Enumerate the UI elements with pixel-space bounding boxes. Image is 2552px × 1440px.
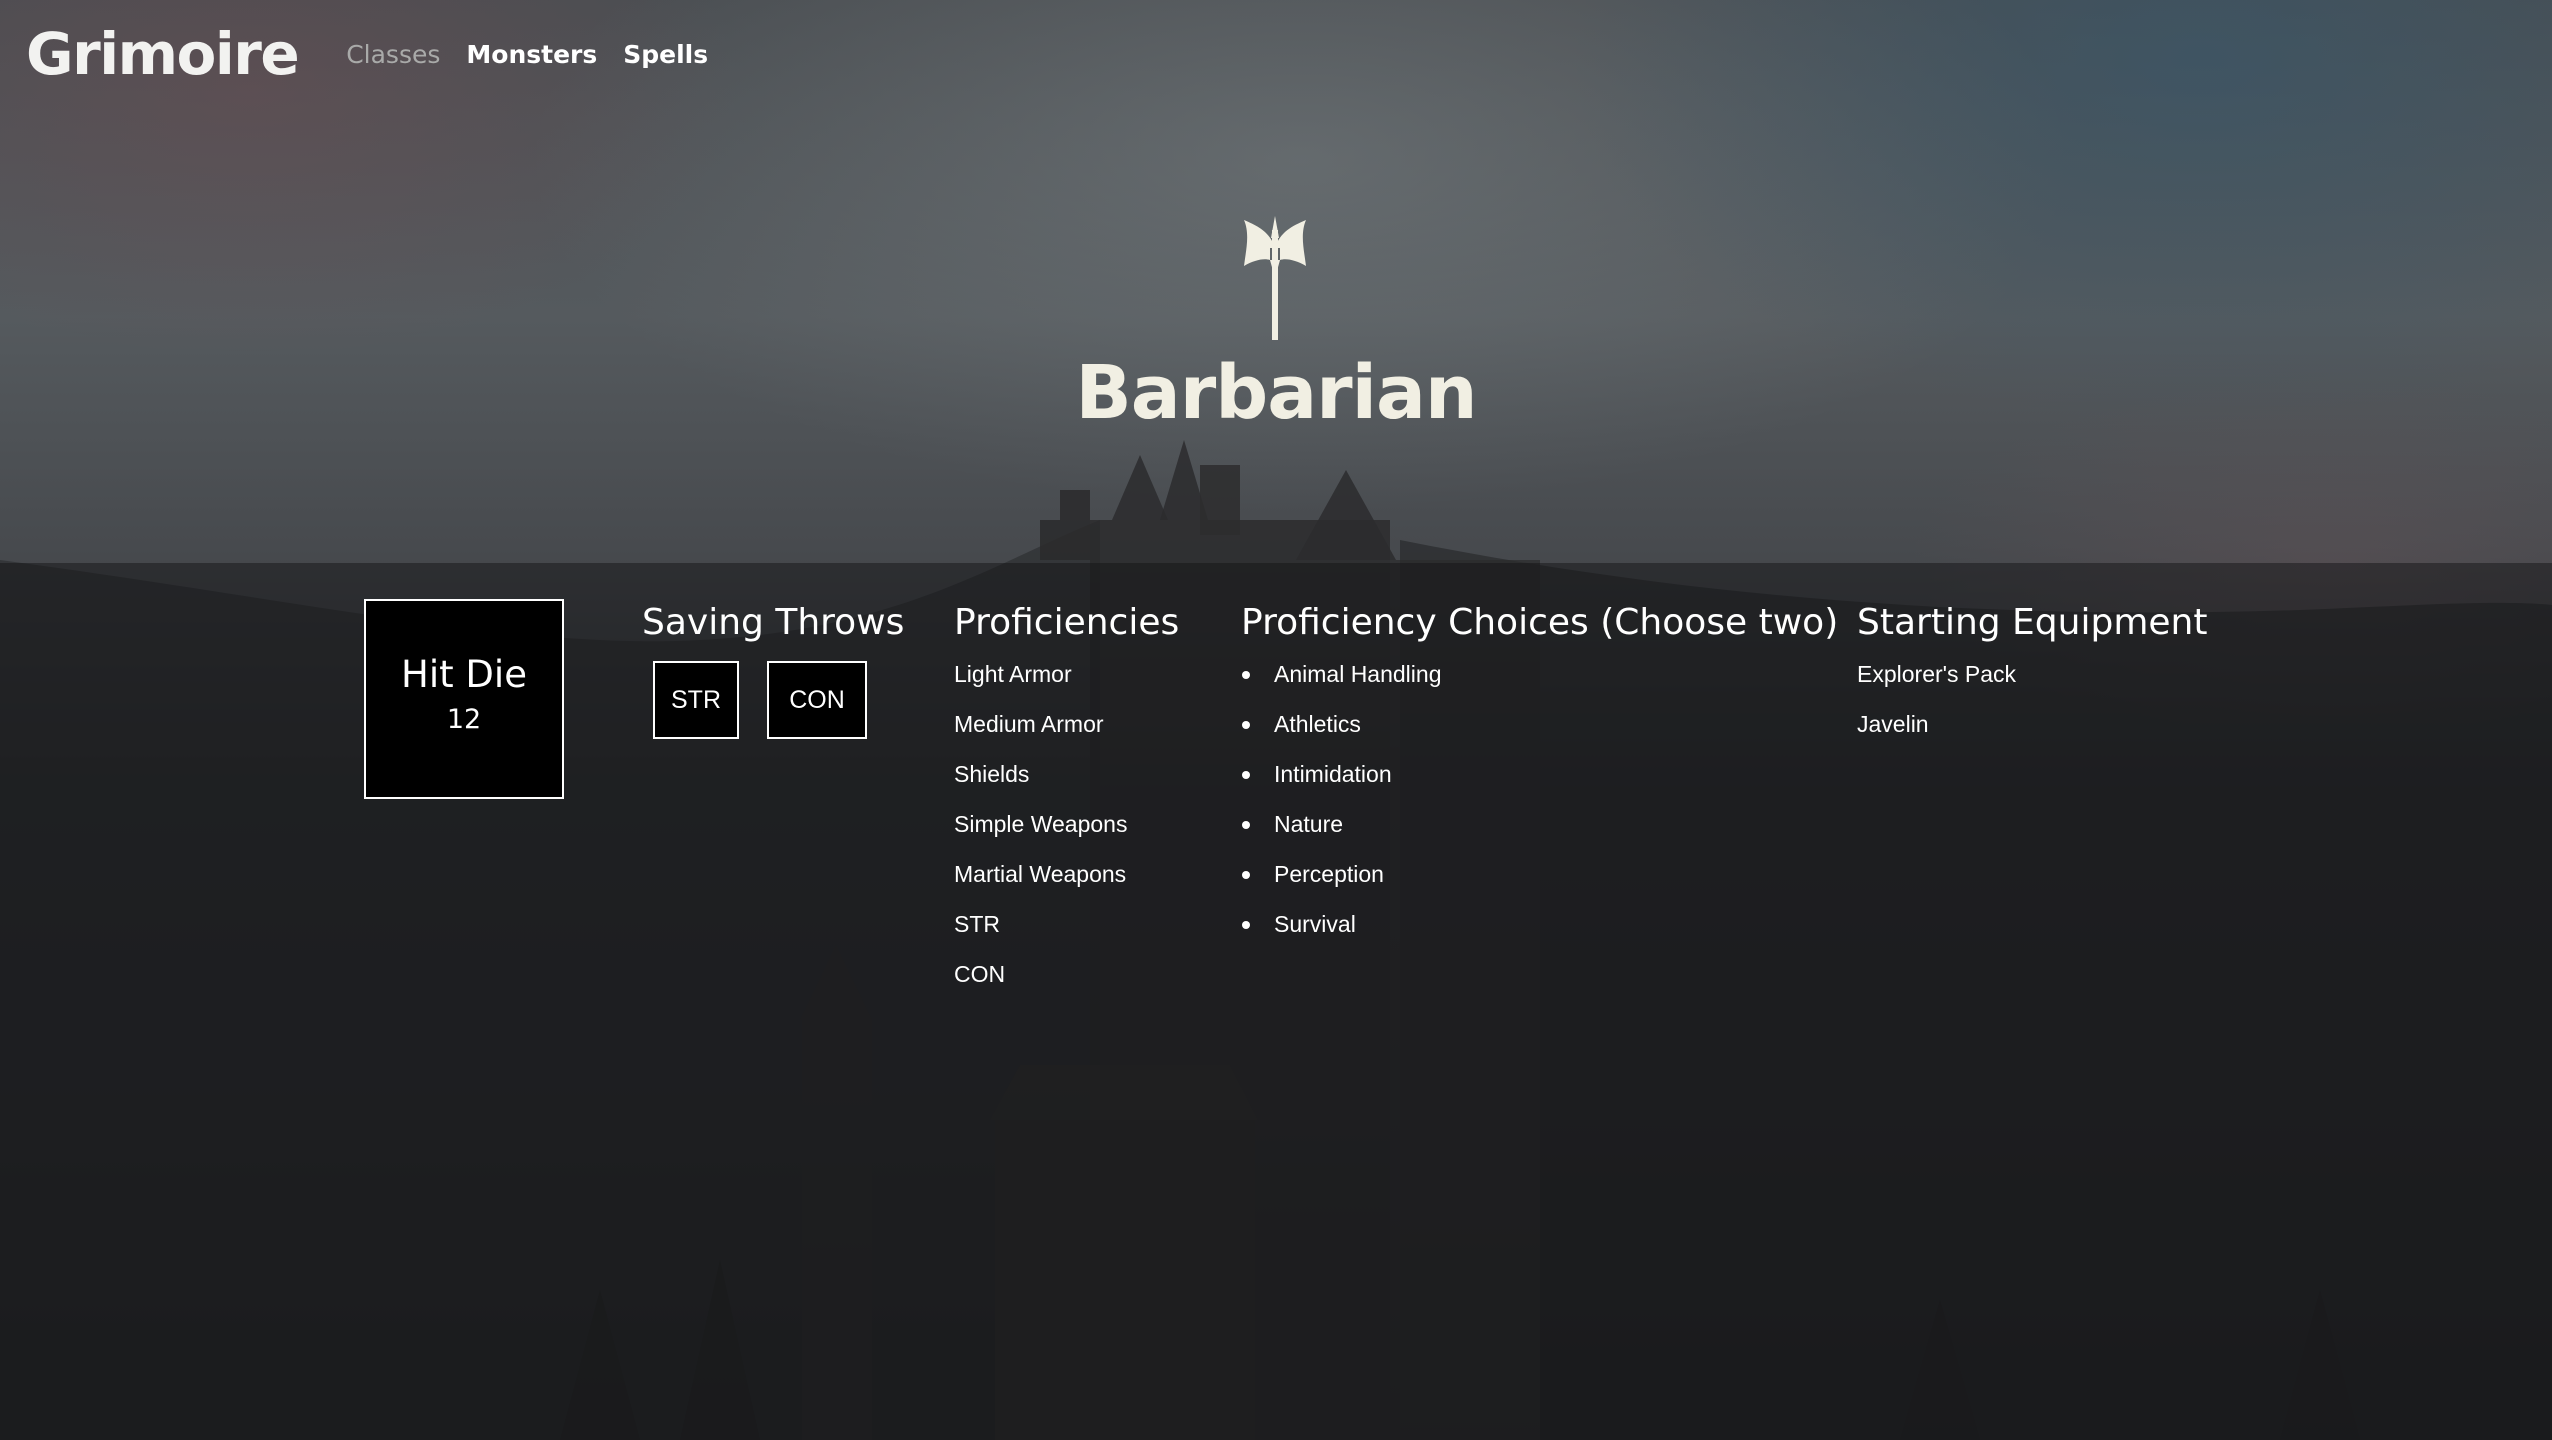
- list-item-label: Nature: [1274, 811, 1344, 837]
- bullet-icon: [1242, 671, 1250, 679]
- list-item: Explorer's Pack: [1857, 661, 2017, 687]
- list-item-label: Survival: [1274, 911, 1356, 937]
- saving-throw-badge: CON: [767, 661, 867, 739]
- list-item: Simple Weapons: [954, 811, 1128, 837]
- list-item: Medium Armor: [954, 711, 1104, 737]
- nav-link-monsters[interactable]: Monsters: [466, 40, 597, 69]
- list-item-label: Intimidation: [1274, 761, 1392, 787]
- list-item: CON: [954, 961, 1006, 987]
- list-item-label: Animal Handling: [1274, 661, 1442, 687]
- nav-link-classes[interactable]: Classes: [346, 40, 440, 69]
- proficiency-choices-list: Animal Handling Athletics Intimidation N…: [1241, 661, 1838, 961]
- page: Grimoire Classes Monsters Spells Barbari…: [0, 0, 2552, 1440]
- battle-axe-icon: [1244, 216, 1306, 340]
- saving-throws-list: STR CON: [642, 661, 904, 739]
- list-item: Animal Handling: [1241, 661, 1838, 711]
- proficiencies-section: Proficiencies Light Armor Medium Armor S…: [954, 602, 1179, 1011]
- proficiencies-list: Light Armor Medium Armor Shields Simple …: [954, 661, 1179, 1011]
- hit-die-value: 12: [446, 704, 482, 735]
- bullet-icon: [1242, 771, 1250, 779]
- list-item: Shields: [954, 761, 1030, 787]
- starting-equipment-section: Starting Equipment Explorer's Pack Javel…: [1857, 602, 2207, 761]
- list-item: Light Armor: [954, 661, 1072, 687]
- list-item: Martial Weapons: [954, 861, 1127, 887]
- list-item: Perception: [1241, 861, 1838, 911]
- list-item: STR: [954, 911, 1000, 937]
- hit-die-card: Hit Die 12: [364, 599, 564, 799]
- list-item: Survival: [1241, 911, 1838, 961]
- nav-link-spells[interactable]: Spells: [623, 40, 708, 69]
- proficiency-choices-section: Proficiency Choices (Choose two) Animal …: [1241, 602, 1838, 961]
- proficiencies-heading: Proficiencies: [954, 602, 1180, 643]
- starting-equipment-list: Explorer's Pack Javelin: [1857, 661, 2207, 761]
- bullet-icon: [1242, 871, 1250, 879]
- top-nav: Grimoire Classes Monsters Spells: [26, 14, 734, 94]
- brand-logo[interactable]: Grimoire: [26, 20, 300, 88]
- hit-die-label: Hit Die: [401, 653, 527, 696]
- bullet-icon: [1242, 821, 1250, 829]
- list-item: Athletics: [1241, 711, 1838, 761]
- list-item: Nature: [1241, 811, 1838, 861]
- list-item: Javelin: [1857, 711, 1929, 737]
- list-item-label: Athletics: [1274, 711, 1361, 737]
- saving-throws-heading: Saving Throws: [642, 602, 905, 643]
- saving-throw-badge: STR: [653, 661, 739, 739]
- class-title: Barbarian: [1075, 350, 1477, 436]
- bullet-icon: [1242, 921, 1250, 929]
- bullet-icon: [1242, 721, 1250, 729]
- list-item-label: Perception: [1274, 861, 1384, 887]
- saving-throws-section: Saving Throws STR CON: [642, 602, 904, 739]
- list-item: Intimidation: [1241, 761, 1838, 811]
- proficiency-choices-heading: Proficiency Choices (Choose two): [1241, 602, 1839, 643]
- starting-equipment-heading: Starting Equipment: [1857, 602, 2208, 643]
